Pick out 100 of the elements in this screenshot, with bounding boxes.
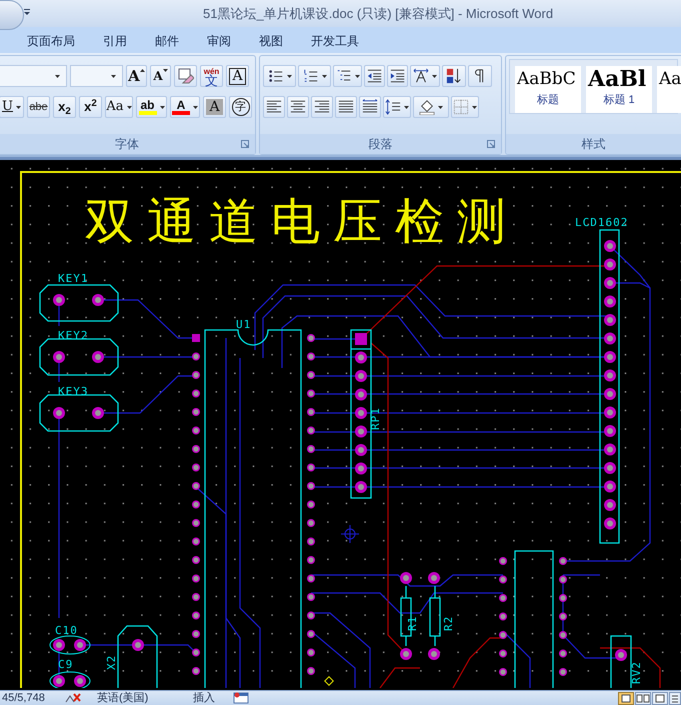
character-shading-button[interactable]: A [203, 96, 226, 118]
component-label: LCD1602 [575, 216, 628, 229]
align-right-icon [314, 99, 330, 115]
language-indicator[interactable]: 英语(美国) [97, 690, 193, 705]
dropdown-icon[interactable] [23, 9, 31, 16]
style-name: 标题 1 [603, 93, 635, 108]
phonetic-guide-button[interactable]: wén 文 [200, 65, 223, 87]
reading-layout-icon[interactable] [635, 692, 651, 704]
component-label: R2 [442, 616, 455, 631]
bullets-icon [268, 68, 284, 84]
style-name: 标题 [537, 93, 559, 108]
justify-icon [338, 99, 354, 115]
character-border-button[interactable]: A [226, 65, 249, 87]
character-text: 文 [205, 76, 218, 85]
line-spacing-button[interactable] [383, 96, 411, 118]
dialog-launcher-icon[interactable] [487, 140, 495, 148]
ribbon-tab[interactable]: 引用 [93, 29, 137, 53]
text-direction-icon [413, 68, 429, 84]
font-name-field[interactable] [0, 65, 67, 87]
color-button[interactable]: A [170, 96, 200, 118]
caret-icon [286, 74, 292, 78]
caret-icon [354, 74, 360, 78]
outline-icon[interactable] [669, 692, 681, 704]
style-swatch[interactable]: Aa [657, 66, 681, 113]
macro-recording-icon[interactable] [233, 692, 249, 704]
style-swatch[interactable]: AaBl 标题 1 [586, 66, 652, 113]
paragraph-mark-button[interactable] [468, 65, 492, 87]
component-label: KEY1 [58, 272, 88, 285]
decrease-indent-button[interactable] [364, 65, 385, 87]
caret-icon [404, 106, 409, 108]
script-button[interactable]: x$_{2}$ [53, 96, 76, 118]
clear-formatting-button[interactable] [174, 65, 197, 87]
decrease-indent-icon [366, 68, 382, 84]
dialog-launcher-icon[interactable] [241, 140, 249, 148]
caret-icon [438, 106, 443, 108]
borders-icon [453, 99, 469, 115]
shrink-font-button[interactable]: A [150, 65, 171, 87]
eraser-icon [177, 68, 194, 84]
caret-icon [126, 106, 132, 108]
align-center-button[interactable] [287, 96, 309, 118]
print-layout-icon[interactable] [618, 692, 634, 704]
align-right-button[interactable] [311, 96, 333, 118]
style-preview: Aa [659, 68, 681, 91]
triangle-up-icon [140, 69, 145, 72]
multilevel-list-button[interactable] [333, 65, 362, 87]
distributed-icon [362, 99, 378, 115]
caret-icon [322, 74, 326, 78]
script-button[interactable]: x$^{2}$ [79, 96, 102, 118]
format-button[interactable]: U [0, 96, 24, 118]
via [324, 676, 334, 686]
window-title: 51黑论坛_单片机课设.doc (只读) [兼容模式] - Microsoft Word [203, 4, 554, 23]
sort-button[interactable] [442, 65, 466, 87]
page-count: 45/5,748 [2, 690, 46, 705]
ribbon-tab[interactable]: 开发工具 [301, 29, 369, 53]
group-label: 字体 [115, 136, 139, 153]
style-preview: AaBbC [517, 68, 576, 91]
font-size-field[interactable] [70, 65, 123, 87]
component-label: X2 [105, 654, 118, 670]
board-title: 双通道电压检测 [85, 193, 519, 250]
caret-icon [16, 106, 21, 108]
style-preview: AaBl [588, 66, 646, 92]
group-label: 样式 [582, 136, 606, 153]
increase-indent-icon [390, 68, 406, 84]
sort-icon [446, 68, 462, 84]
enclose-characters-button[interactable]: 字 [229, 96, 252, 118]
increase-indent-button[interactable] [387, 65, 408, 87]
caret-icon [160, 106, 164, 108]
style-swatch[interactable]: AaBbC 标题 [515, 66, 581, 113]
component-label: U1 [236, 318, 252, 331]
spell-check-icon[interactable] [65, 692, 81, 704]
insert-mode-indicator[interactable]: 插入 [193, 690, 233, 705]
text-direction-button[interactable] [410, 65, 440, 87]
numbered-list-button[interactable] [298, 65, 331, 87]
group-label: 段落 [368, 136, 392, 153]
pinyin-text: wén [204, 67, 220, 76]
caret-icon [193, 106, 198, 108]
caret-icon [432, 74, 437, 78]
ribbon-tab[interactable]: 邮件 [145, 29, 189, 53]
format-button[interactable]: Aa [105, 96, 133, 118]
color-button[interactable]: ab [136, 96, 167, 118]
ribbon-tab[interactable]: 视图 [249, 29, 293, 53]
component-label: RV2 [630, 661, 643, 684]
justify-button[interactable] [335, 96, 357, 118]
triangle-down-icon [162, 69, 168, 72]
web-layout-icon[interactable] [652, 692, 668, 704]
align-center-icon [290, 99, 306, 115]
shading-bucket-button[interactable] [413, 96, 449, 118]
grow-font-button[interactable]: A [126, 65, 147, 87]
shading-bucket-icon [419, 99, 435, 115]
caret-icon [472, 106, 477, 108]
align-left-button[interactable] [263, 96, 285, 118]
distributed-button[interactable] [359, 96, 381, 118]
caret-icon [111, 75, 116, 78]
bullets-button[interactable] [263, 65, 296, 87]
component-label: C10 [55, 624, 78, 637]
line-spacing-icon [385, 99, 401, 115]
ribbon-tab[interactable]: 页面布局 [17, 29, 85, 53]
ribbon-tab[interactable]: 审阅 [197, 29, 241, 53]
strikethrough-button[interactable]: abe [27, 96, 50, 118]
borders-button[interactable] [451, 96, 479, 118]
